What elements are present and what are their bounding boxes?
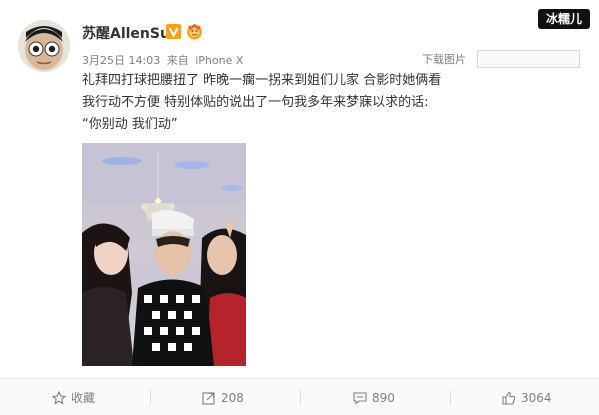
weibo-post-card: 苏醒AllenSu 3月25日 14:03 来自 iPhone X 冰糯儿 下载… — [0, 0, 599, 415]
comment-button[interactable]: 890 — [353, 379, 395, 415]
repost-button[interactable]: 208 — [202, 379, 244, 415]
repost-icon — [202, 391, 216, 405]
download-image-box — [477, 50, 580, 68]
favorite-label: 收藏 — [71, 391, 96, 405]
member-crown-icon[interactable] — [186, 23, 203, 40]
user-avatar[interactable] — [18, 20, 70, 72]
username[interactable]: 苏醒AllenSu — [82, 23, 170, 43]
favorite-button[interactable]: 收藏 — [52, 379, 95, 415]
post-line: 我行动不方便 特别体贴的说出了一句我多年来梦寐以求的话: — [82, 95, 429, 110]
post-time[interactable]: 3月25日 14:03 — [82, 54, 160, 67]
repost-count: 208 — [221, 390, 244, 405]
post-photo[interactable] — [82, 143, 246, 366]
post-body: 礼拜四打球把腰扭了 昨晚一瘸一拐来到姐们儿家 合影时她俩看 我行动不方便 特别体… — [82, 70, 582, 136]
like-count: 3064 — [521, 390, 552, 405]
post-meta: 3月25日 14:03 来自 iPhone X — [82, 52, 246, 68]
like-button[interactable]: 3064 — [502, 379, 552, 415]
post-action-bar: 收藏 208 890 3064 — [0, 378, 599, 415]
post-source[interactable]: iPhone X — [195, 54, 243, 67]
verified-badge-icon — [166, 24, 181, 39]
comment-count: 890 — [372, 390, 395, 405]
divider — [450, 390, 451, 405]
source-prefix: 来自 — [166, 54, 189, 67]
watermark-logo: 冰糯儿 — [538, 9, 590, 29]
comment-icon — [353, 391, 367, 405]
divider — [300, 390, 301, 405]
download-image-button[interactable]: 下载图片 — [422, 51, 466, 67]
divider — [150, 390, 151, 405]
like-icon — [502, 391, 516, 405]
post-line: “你别动 我们动” — [82, 117, 178, 132]
post-line: 礼拜四打球把腰扭了 昨晚一瘸一拐来到姐们儿家 合影时她俩看 — [82, 73, 442, 88]
star-icon — [52, 390, 66, 405]
